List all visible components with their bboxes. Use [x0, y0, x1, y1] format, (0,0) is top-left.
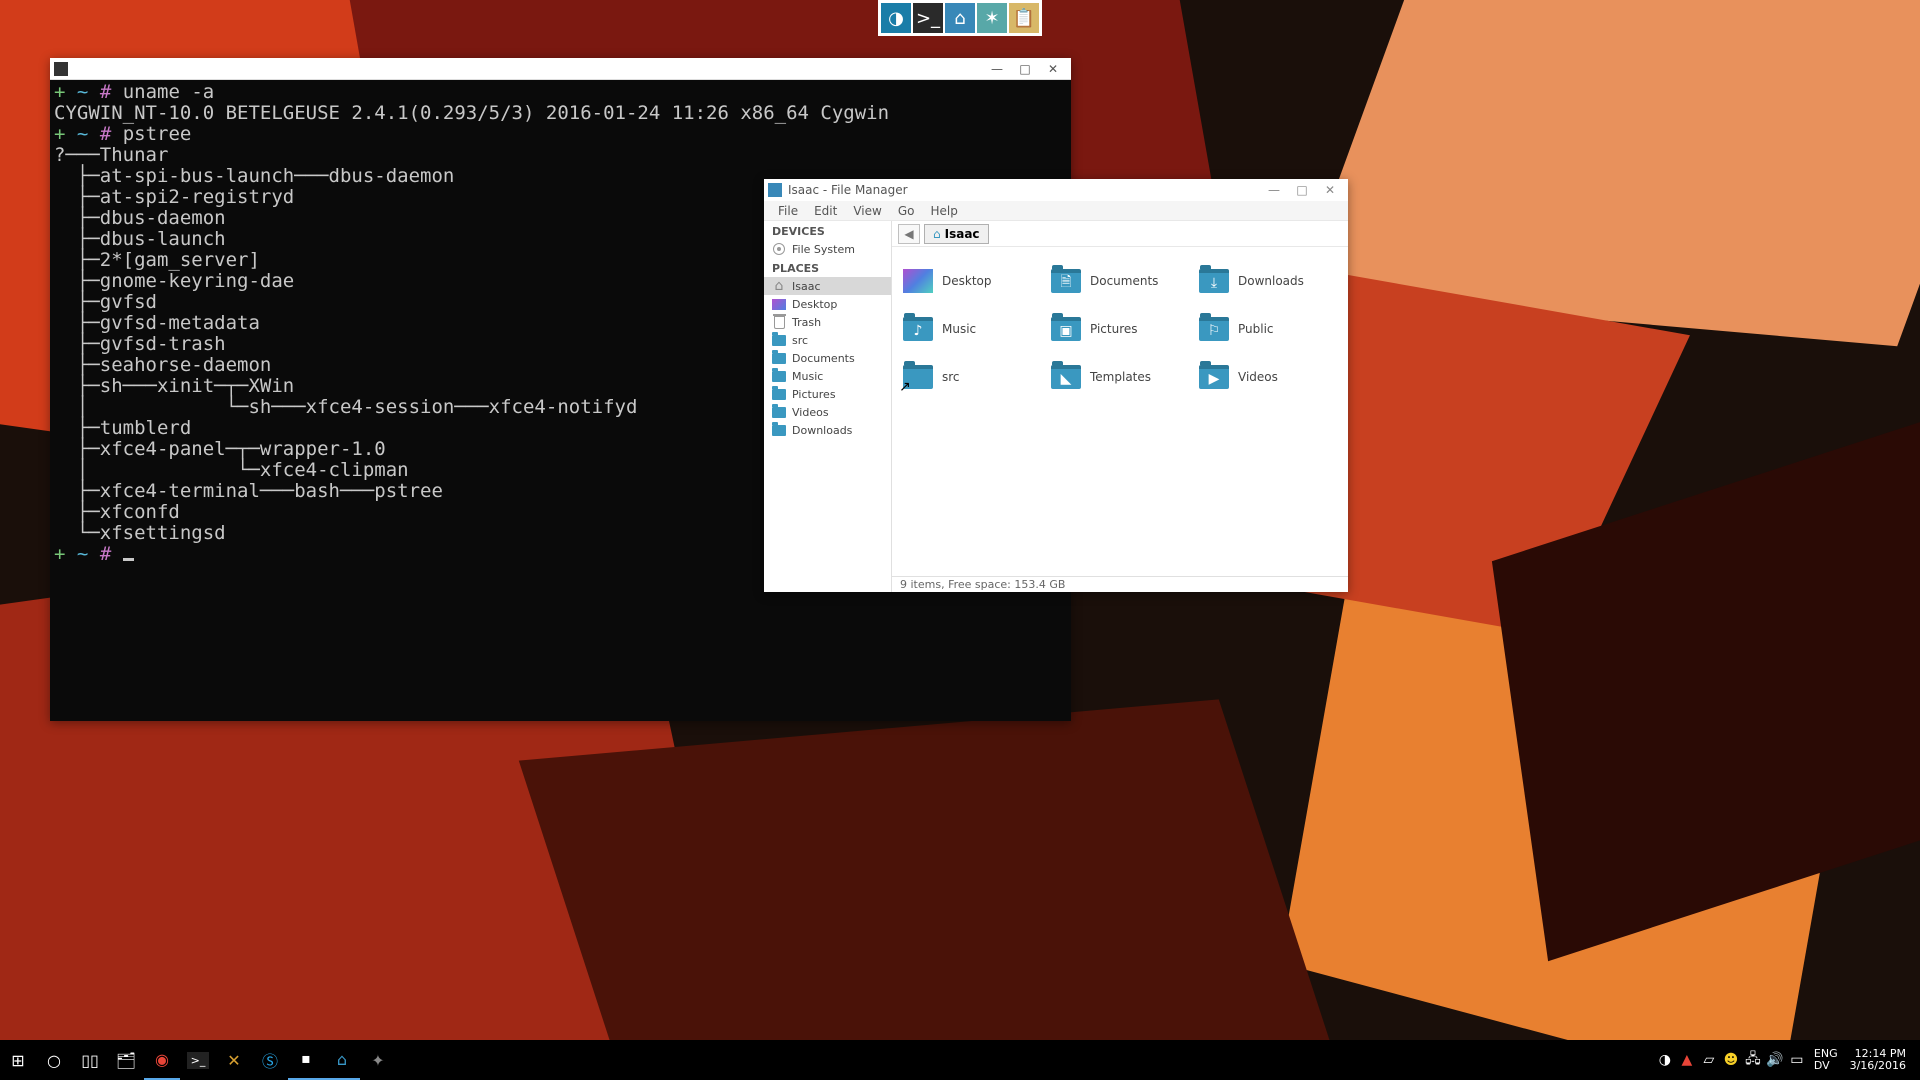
home-icon: ⌂ [772, 279, 786, 293]
item-src[interactable]: ↗ src [898, 353, 1046, 401]
folder-icon [772, 423, 786, 437]
sidebar-item-trash[interactable]: Trash [764, 313, 891, 331]
fm-statusbar: 9 items, Free space: 153.4 GB [892, 576, 1348, 592]
sidebar-item-downloads[interactable]: Downloads [764, 421, 891, 439]
taskbar-skype[interactable]: Ⓢ [252, 1040, 288, 1080]
item-downloads[interactable]: ⤓ Downloads [1194, 257, 1342, 305]
folder-icon: 🗎 [1050, 265, 1082, 297]
menu-file[interactable]: File [770, 202, 806, 220]
folder-icon: ⚐ [1198, 313, 1230, 345]
sidebar-item-filesystem[interactable]: File System [764, 240, 891, 258]
taskbar-thunar[interactable]: ⌂ [324, 1040, 360, 1080]
file-manager-window: Isaac - File Manager — □ ✕ File Edit Vie… [764, 179, 1348, 592]
sidebar-item-src[interactable]: src [764, 331, 891, 349]
taskbar-cmd[interactable]: >_ [180, 1040, 216, 1080]
folder-icon: ◣ [1050, 361, 1082, 393]
launcher-browser[interactable]: ✶ [977, 3, 1007, 33]
taskview-button[interactable]: ▯▯ [72, 1040, 108, 1080]
fm-app-icon [768, 183, 782, 197]
item-public[interactable]: ⚐ Public [1194, 305, 1342, 353]
launcher-clipman[interactable]: 📋 [1009, 3, 1039, 33]
folder-icon [772, 333, 786, 347]
taskbar: ⊞ ○ ▯▯ 🗂 ◉ >_ ✕ Ⓢ ▪ ⌂ ✦ ◑ ▲ ▱ ☻ 🖧 🔊 ▭ EN… [0, 1040, 1920, 1080]
terminal-titlebar[interactable]: — □ ✕ [50, 58, 1071, 80]
folder-icon [772, 369, 786, 383]
item-desktop[interactable]: Desktop [898, 257, 1046, 305]
folder-icon [772, 405, 786, 419]
close-button[interactable]: ✕ [1316, 180, 1344, 200]
tray-language[interactable]: ENG DV [1808, 1048, 1844, 1072]
fm-menubar: File Edit View Go Help [764, 201, 1348, 221]
path-back-button[interactable]: ◀ [898, 224, 920, 244]
fm-pathbar: ◀ ⌂ Isaac [892, 221, 1348, 247]
top-panel: ◑ >_ ⌂ ✶ 📋 [878, 0, 1042, 36]
tray-network-icon[interactable]: 🖧 [1742, 1040, 1764, 1080]
sidebar-header-devices: DEVICES [764, 221, 891, 240]
sidebar-item-music[interactable]: Music [764, 367, 891, 385]
close-button[interactable]: ✕ [1039, 59, 1067, 79]
fm-iconview[interactable]: Desktop 🗎 Documents ⤓ Downloads ♪ Music … [892, 247, 1348, 576]
tray-clock[interactable]: 12:14 PM 3/16/2016 [1844, 1048, 1916, 1072]
menu-view[interactable]: View [845, 202, 889, 220]
desktop-icon [902, 265, 934, 297]
start-button[interactable]: ⊞ [0, 1040, 36, 1080]
maximize-button[interactable]: □ [1011, 59, 1039, 79]
tray-icon[interactable]: ☻ [1720, 1040, 1742, 1080]
menu-edit[interactable]: Edit [806, 202, 845, 220]
sidebar-item-videos[interactable]: Videos [764, 403, 891, 421]
folder-icon: ▣ [1050, 313, 1082, 345]
minimize-button[interactable]: — [1260, 180, 1288, 200]
taskbar-app[interactable]: ✦ [360, 1040, 396, 1080]
folder-link-icon: ↗ [902, 361, 934, 393]
menu-help[interactable]: Help [922, 202, 965, 220]
folder-icon [772, 351, 786, 365]
item-music[interactable]: ♪ Music [898, 305, 1046, 353]
item-pictures[interactable]: ▣ Pictures [1046, 305, 1194, 353]
tray-icon[interactable]: ◑ [1654, 1040, 1676, 1080]
cortana-button[interactable]: ○ [36, 1040, 72, 1080]
launcher-filemanager[interactable]: ⌂ [945, 3, 975, 33]
sidebar-header-places: PLACES [764, 258, 891, 277]
taskbar-explorer[interactable]: 🗂 [108, 1040, 144, 1080]
menu-go[interactable]: Go [890, 202, 923, 220]
sidebar-item-isaac[interactable]: ⌂ Isaac [764, 277, 891, 295]
tray-icon[interactable]: ▱ [1698, 1040, 1720, 1080]
cursor-icon [123, 558, 134, 561]
trash-icon [772, 315, 786, 329]
tray-notifications-icon[interactable]: ▭ [1786, 1040, 1808, 1080]
fm-sidebar: DEVICES File System PLACES ⌂ Isaac Deskt… [764, 221, 892, 592]
item-templates[interactable]: ◣ Templates [1046, 353, 1194, 401]
minimize-button[interactable]: — [983, 59, 1011, 79]
folder-icon: ♪ [902, 313, 934, 345]
taskbar-terminal[interactable]: ▪ [288, 1040, 324, 1080]
sidebar-item-pictures[interactable]: Pictures [764, 385, 891, 403]
terminal-icon [54, 62, 68, 76]
folder-icon: ▶ [1198, 361, 1230, 393]
launcher-terminal[interactable]: >_ [913, 3, 943, 33]
folder-icon: ⤓ [1198, 265, 1230, 297]
taskbar-chrome[interactable]: ◉ [144, 1040, 180, 1080]
sidebar-item-documents[interactable]: Documents [764, 349, 891, 367]
folder-icon [772, 387, 786, 401]
taskbar-xming[interactable]: ✕ [216, 1040, 252, 1080]
fm-titlebar[interactable]: Isaac - File Manager — □ ✕ [764, 179, 1348, 201]
disk-icon [772, 242, 786, 256]
launcher-pidgin[interactable]: ◑ [881, 3, 911, 33]
item-videos[interactable]: ▶ Videos [1194, 353, 1342, 401]
item-documents[interactable]: 🗎 Documents [1046, 257, 1194, 305]
path-crumb-isaac[interactable]: ⌂ Isaac [924, 224, 989, 244]
fm-title: Isaac - File Manager [788, 183, 1260, 197]
maximize-button[interactable]: □ [1288, 180, 1316, 200]
home-icon: ⌂ [933, 227, 941, 241]
desktop-icon [772, 297, 786, 311]
tray-volume-icon[interactable]: 🔊 [1764, 1040, 1786, 1080]
tray-icon[interactable]: ▲ [1676, 1040, 1698, 1080]
sidebar-item-desktop[interactable]: Desktop [764, 295, 891, 313]
